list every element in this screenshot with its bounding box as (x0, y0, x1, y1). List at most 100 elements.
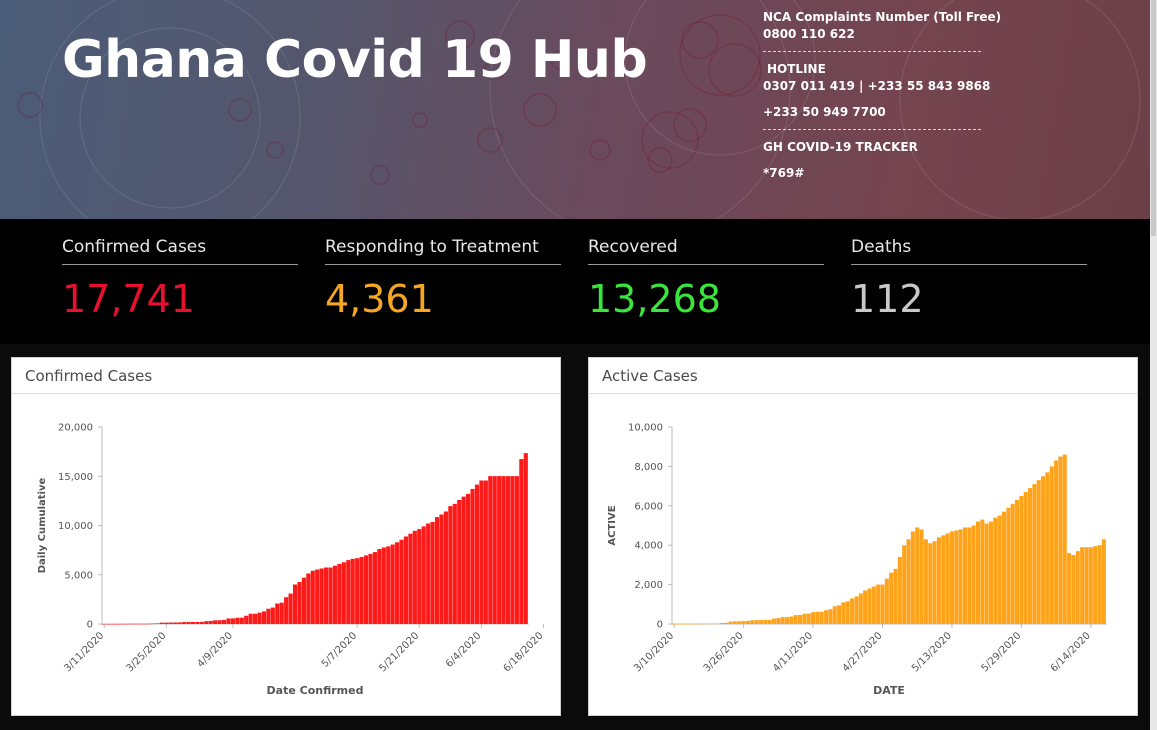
x-tick-label: 3/11/2020 (62, 630, 106, 674)
bar (288, 593, 293, 624)
bar (510, 476, 515, 624)
bar (337, 563, 342, 624)
bar (1041, 476, 1046, 624)
bar (698, 623, 703, 625)
bar (902, 545, 907, 624)
x-tick-label: 4/9/2020 (195, 630, 235, 670)
bar (150, 623, 156, 625)
bar (958, 529, 963, 624)
x-tick-label: 3/10/2020 (632, 630, 676, 674)
bar (871, 586, 876, 624)
bar (514, 476, 519, 624)
bar (497, 476, 502, 624)
bar (332, 565, 338, 624)
y-tick-label: 0 (87, 620, 93, 631)
bar (155, 623, 160, 624)
bar (186, 621, 191, 624)
bar (702, 623, 707, 625)
bar (828, 609, 833, 624)
bar (1084, 547, 1089, 624)
bar (386, 546, 391, 624)
x-axis-title: DATE (873, 684, 905, 697)
bar (728, 621, 733, 624)
hotline-numbers: 0307 011 419 | +233 55 843 9868 (763, 79, 991, 93)
bar (1093, 546, 1098, 624)
bar (858, 593, 863, 624)
bar (230, 618, 235, 624)
bar (1028, 488, 1033, 624)
bar (962, 527, 967, 624)
bar (967, 527, 972, 624)
bar (523, 453, 528, 624)
bar (1054, 460, 1059, 624)
bar (889, 572, 894, 624)
bar (802, 613, 807, 624)
bar (324, 567, 329, 624)
contact-divider-2 (763, 129, 981, 130)
bar (177, 622, 182, 624)
hotline-number-2: +233 50 949 7700 (763, 105, 886, 119)
bar (1097, 545, 1102, 624)
bar (754, 620, 759, 624)
y-tick-label: 4,000 (634, 541, 663, 552)
y-axis-title: ACTIVE (607, 505, 618, 545)
nca-number: 0800 110 622 (763, 27, 855, 41)
x-tick-label: 5/7/2020 (320, 630, 360, 670)
kpi-strip: Confirmed Cases 17,741 Responding to Tre… (0, 219, 1150, 344)
kpi-responding: Responding to Treatment 4,361 (325, 237, 561, 321)
bar (399, 539, 404, 624)
bar (359, 556, 364, 624)
x-tick-label: 4/27/2020 (841, 630, 885, 674)
y-tick-label: 10,000 (58, 521, 93, 532)
bar (133, 623, 138, 625)
confirmed-cases-panel: Confirmed Cases 0 5,000 10,000 15,000 20,000… (11, 357, 561, 716)
bar (1032, 484, 1037, 624)
bar (1088, 547, 1093, 624)
x-tick-label: 4/11/2020 (771, 630, 815, 674)
x-tick-label: 5/13/2020 (910, 630, 954, 674)
bar (412, 530, 417, 624)
bar (195, 621, 200, 624)
bar (381, 547, 386, 624)
bar (1019, 495, 1024, 624)
bar (910, 531, 915, 624)
bar (266, 608, 271, 624)
bar (954, 530, 959, 624)
x-tick-label: 5/29/2020 (979, 630, 1023, 674)
bar (315, 569, 320, 624)
bar (689, 623, 694, 625)
bar (975, 521, 980, 624)
bar (190, 621, 196, 624)
bar (306, 573, 311, 624)
kpi-value: 17,741 (62, 277, 195, 321)
bar (235, 617, 240, 624)
bar (372, 552, 377, 624)
bar (936, 537, 941, 624)
bar (417, 529, 422, 624)
bar (492, 476, 497, 624)
bar (461, 496, 466, 624)
bar (1015, 499, 1020, 624)
bar (363, 555, 369, 624)
bar (780, 617, 785, 624)
bar (208, 620, 213, 624)
bar (519, 459, 524, 624)
bar (897, 557, 902, 624)
bar (841, 602, 846, 624)
page-scrollbar[interactable] (1150, 0, 1157, 730)
bar (488, 476, 493, 624)
bar (984, 523, 989, 624)
header-banner: Ghana Covid 19 Hub NCA Complaints Number… (0, 0, 1157, 219)
bar (763, 619, 768, 624)
bar (443, 511, 448, 624)
bar (297, 582, 302, 624)
kpi-recovered: Recovered 13,268 (588, 237, 824, 321)
bar (867, 588, 872, 624)
y-axis-title: Daily Cumulative (37, 477, 48, 573)
bar (884, 578, 889, 624)
scrollbar-thumb[interactable] (1151, 0, 1156, 236)
bar (421, 526, 426, 624)
bar (949, 531, 954, 624)
bar (741, 621, 746, 624)
bar (1001, 511, 1007, 624)
